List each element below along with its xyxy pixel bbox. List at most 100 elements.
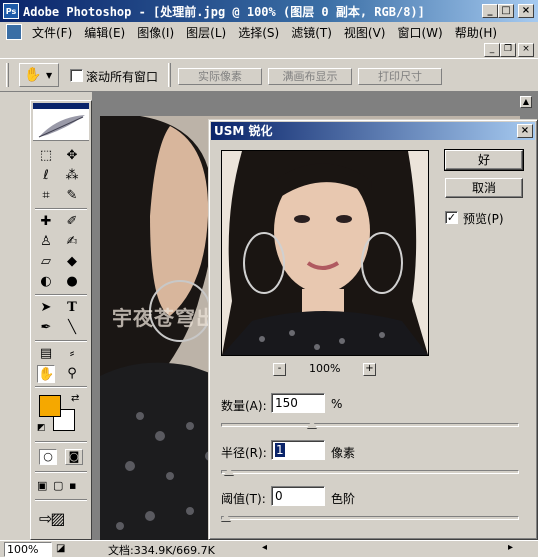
jump-to-imageready-icon[interactable]: ⇨▨	[39, 509, 65, 528]
lasso-tool-icon[interactable]: ℓ	[37, 167, 55, 185]
line-tool-icon[interactable]: ╲	[63, 319, 81, 337]
quick-mask-mode-icon[interactable]: ◙	[65, 449, 83, 465]
chevron-down-icon: ▼	[46, 70, 53, 80]
marquee-tool-icon[interactable]: ⬚	[37, 147, 55, 165]
toolbox-divider	[35, 340, 87, 342]
fit-screen-button[interactable]: 满画布显示	[268, 68, 352, 85]
options-bar: ✋ ▼ 滚动所有窗口 实际像素 满画布显示 打印尺寸	[0, 58, 538, 92]
menu-image[interactable]: 图像(I)	[131, 24, 180, 41]
doc-restore-button[interactable]: ❐	[500, 43, 516, 57]
eyedropper-tool-icon[interactable]: ⸗	[63, 345, 81, 363]
threshold-label: 阈值(T):	[221, 492, 266, 506]
menu-layer[interactable]: 图层(L)	[180, 24, 232, 41]
radius-slider-track[interactable]	[221, 470, 519, 474]
maximize-button[interactable]: □	[498, 4, 514, 18]
print-size-button[interactable]: 打印尺寸	[358, 68, 442, 85]
type-tool-icon[interactable]: T	[63, 299, 81, 317]
clone-stamp-tool-icon[interactable]: ♙	[37, 233, 55, 251]
scroll-all-windows-label: 滚动所有窗口	[86, 70, 159, 84]
move-tool-icon[interactable]: ✥	[63, 147, 81, 165]
threshold-slider-track[interactable]	[221, 516, 519, 520]
menu-window[interactable]: 窗口(W)	[391, 24, 448, 41]
menu-edit[interactable]: 编辑(E)	[78, 24, 131, 41]
close-button[interactable]: ×	[518, 4, 534, 18]
menu-bar: 文件(F) 编辑(E) 图像(I) 图层(L) 选择(S) 滤镜(T) 视图(V…	[0, 22, 538, 42]
standard-screen-mode-icon[interactable]: ▣	[37, 479, 47, 492]
menu-file[interactable]: 文件(F)	[26, 24, 78, 41]
scroll-left-icon[interactable]: ◂	[262, 542, 267, 553]
palette-toggle-icon[interactable]: ▲	[520, 96, 532, 108]
status-bar: 100% ◪ 文档:334.9K/669.7K ◂ ▸	[0, 540, 538, 557]
amount-input[interactable]: 150	[271, 393, 325, 413]
scroll-all-windows-checkbox[interactable]	[70, 69, 83, 82]
zoom-in-button[interactable]: +	[363, 363, 376, 376]
options-divider	[168, 63, 171, 87]
pen-tool-icon[interactable]: ✒	[37, 319, 55, 337]
threshold-slider-thumb[interactable]	[221, 513, 231, 521]
healing-brush-tool-icon[interactable]: ✚	[37, 213, 55, 231]
slice-tool-icon[interactable]: ✎	[63, 187, 81, 205]
brush-tool-icon[interactable]: ✐	[63, 213, 81, 231]
unsharp-mask-dialog: USM 锐化 × - 100% + 好 取消 ✓ 预览(P) 数量(A): 15…	[208, 119, 538, 540]
crop-tool-icon[interactable]: ⌗	[37, 187, 55, 205]
zoom-level-field[interactable]: 100%	[4, 542, 52, 557]
radius-unit: 像素	[331, 446, 356, 460]
threshold-input[interactable]: 0	[271, 486, 325, 506]
actual-pixels-button[interactable]: 实际像素	[178, 68, 262, 85]
doc-close-button[interactable]: ×	[518, 43, 534, 57]
amount-unit: %	[331, 397, 343, 411]
app-title-bar: Ps Adobe Photoshop - [处理前.jpg @ 100% (图层…	[0, 0, 538, 22]
preview-label: 预览(P)	[463, 212, 504, 226]
paint-bucket-tool-icon[interactable]: ◆	[63, 253, 81, 271]
amount-slider-thumb[interactable]	[307, 420, 318, 428]
doc-minimize-button[interactable]: _	[484, 43, 500, 57]
dialog-title: USM 锐化	[211, 122, 535, 140]
toolbox-divider	[35, 471, 87, 473]
swap-colors-icon[interactable]: ⇄	[71, 393, 79, 404]
cancel-button[interactable]: 取消	[445, 178, 523, 198]
notes-tool-icon[interactable]: ▤	[37, 345, 55, 363]
dialog-close-button[interactable]: ×	[517, 124, 533, 138]
preview-checkbox[interactable]: ✓	[445, 211, 458, 224]
zoom-tool-icon[interactable]: ⚲	[63, 365, 81, 383]
menu-filter[interactable]: 滤镜(T)	[285, 24, 338, 41]
zoom-out-button[interactable]: -	[273, 363, 286, 376]
preview-pane[interactable]	[221, 150, 429, 356]
magic-wand-tool-icon[interactable]: ⁂	[63, 167, 81, 185]
radius-input[interactable]: 1	[271, 440, 325, 460]
radius-input-value: 1	[275, 443, 285, 457]
options-bar-grip[interactable]	[6, 63, 9, 87]
radius-slider-thumb[interactable]	[223, 467, 234, 475]
document-size-info: 文档:334.9K/669.7K	[108, 544, 215, 557]
scroll-right-icon[interactable]: ▸	[508, 542, 513, 553]
default-colors-icon[interactable]: ◩	[37, 423, 46, 433]
path-selection-tool-icon[interactable]: ➤	[37, 299, 55, 317]
threshold-unit: 色阶	[331, 492, 356, 506]
eraser-tool-icon[interactable]: ▱	[37, 253, 55, 271]
toolbox-divider	[35, 294, 87, 296]
ok-button[interactable]: 好	[444, 149, 524, 171]
toolbox-divider	[35, 441, 87, 443]
toolbox: ⬚ ✥ ℓ ⁂ ⌗ ✎ ✚ ✐ ♙ ✍ ▱ ◆ ◐ ● ➤ T ✒ ╲ ▤ ⸗ …	[30, 100, 92, 540]
toolbox-divider	[35, 208, 87, 210]
full-screen-mode-icon[interactable]: ▪	[69, 479, 76, 492]
menu-select[interactable]: 选择(S)	[232, 24, 285, 41]
foreground-color-swatch[interactable]	[39, 395, 61, 417]
menu-help[interactable]: 帮助(H)	[449, 24, 503, 41]
menu-view[interactable]: 视图(V)	[338, 24, 392, 41]
status-menu-icon[interactable]: ◪	[56, 543, 65, 554]
toolbox-divider	[35, 386, 87, 388]
amount-slider-track[interactable]	[221, 423, 519, 427]
minimize-button[interactable]: _	[482, 4, 498, 18]
dodge-tool-icon[interactable]: ◐	[37, 273, 55, 291]
document-icon[interactable]	[6, 24, 22, 40]
full-screen-menu-mode-icon[interactable]: ▢	[53, 479, 63, 492]
history-brush-tool-icon[interactable]: ✍	[63, 233, 81, 251]
amount-label: 数量(A):	[221, 399, 267, 413]
feather-logo-icon[interactable]	[33, 103, 89, 141]
toolbox-divider	[35, 499, 87, 501]
hand-tool-icon[interactable]: ✋	[37, 365, 55, 383]
tool-preset-picker[interactable]: ✋ ▼	[19, 63, 59, 87]
standard-mode-icon[interactable]: ○	[39, 449, 57, 465]
blur-tool-icon[interactable]: ●	[63, 273, 81, 291]
